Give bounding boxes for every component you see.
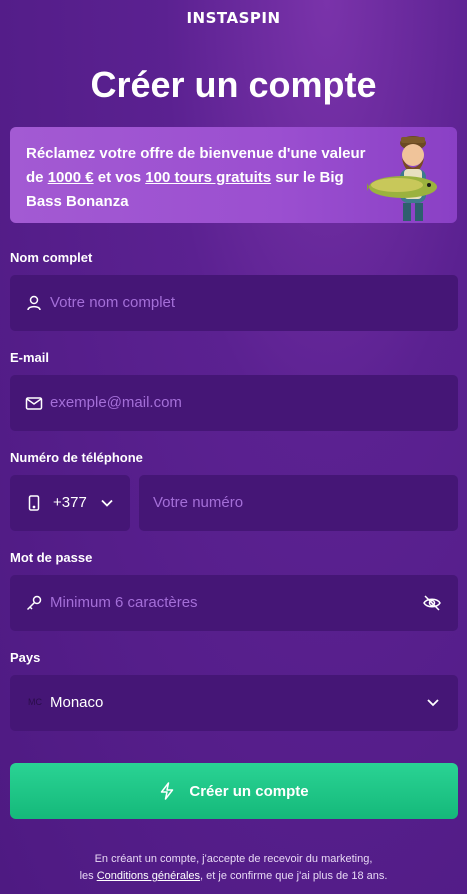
welcome-offer-text: Réclamez votre offre de bienvenue d'une … [26,142,376,214]
legal-notice: En créant un compte, j'accepte de recevo… [0,851,467,885]
user-icon [27,295,41,311]
chevron-down-icon [101,499,113,507]
lightning-icon [161,782,174,800]
password-placeholder: Minimum 6 caractères [50,594,198,611]
key-icon [26,595,42,611]
full-name-label: Nom complet [10,250,93,265]
email-field[interactable]: exemple@mail.com [10,375,458,431]
country-select[interactable]: MC Monaco [10,675,458,731]
legal-suffix: , et je confirme que j'ai plus de 18 ans… [200,870,388,882]
phone-code-value: +377 [53,494,87,511]
phone-number-field[interactable]: Votre numéro [139,475,458,531]
full-name-placeholder: Votre nom complet [50,294,176,311]
legal-line-2: les Conditions générales, et je confirme… [0,868,467,885]
phone-number-placeholder: Votre numéro [153,494,244,511]
instaspin-logo[interactable]: INSTASPIN [0,9,467,27]
offer-free-spins: 100 tours gratuits [145,169,272,186]
password-label: Mot de passe [10,550,93,565]
offer-text-middle: et vos [93,169,146,186]
full-name-field[interactable]: Votre nom complet [10,275,458,331]
page-title: Créer un compte [90,64,377,105]
country-flag-icon: MC [28,697,42,707]
phone-country-code-select[interactable]: +377 [10,475,130,531]
welcome-offer-banner: Réclamez votre offre de bienvenue d'une … [10,127,457,223]
legal-line-1: En créant un compte, j'accepte de recevo… [94,853,373,865]
chevron-down-icon [427,699,439,707]
password-field[interactable]: Minimum 6 caractères [10,575,458,631]
terms-link[interactable]: Conditions générales [97,870,200,882]
create-account-button-label: Créer un compte [189,782,309,800]
legal-prefix: les [79,870,97,882]
create-account-button[interactable]: Créer un compte [10,763,458,819]
email-placeholder: exemple@mail.com [50,394,182,411]
fisherman-mascot-illustration [367,136,437,221]
country-value: Monaco [50,694,104,711]
phone-label: Numéro de téléphone [10,450,143,465]
offer-amount: 1000 € [47,169,94,186]
country-label: Pays [10,650,41,665]
phone-icon [28,495,40,511]
mail-icon [25,397,43,410]
email-label: E-mail [10,350,50,365]
eye-off-icon[interactable] [422,593,442,613]
